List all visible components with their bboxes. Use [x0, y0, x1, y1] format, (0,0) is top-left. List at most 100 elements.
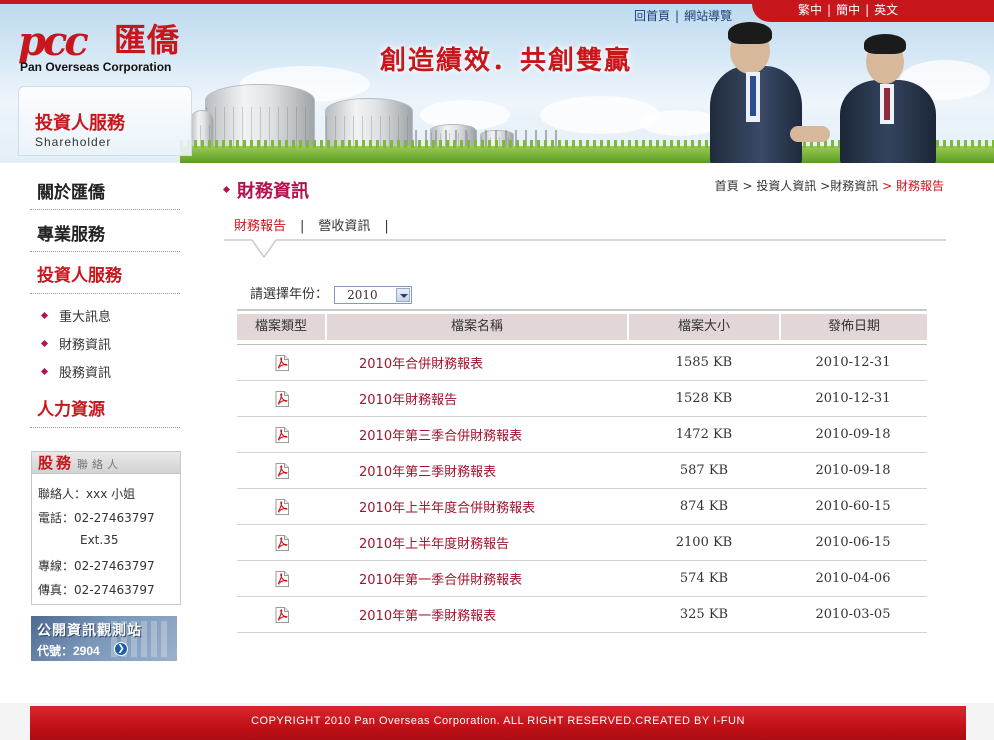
company-logo[interactable]: pcc 匯僑 Pan Overseas Corporation	[18, 20, 188, 75]
nav-divider	[30, 427, 180, 428]
sidebar: 關於匯僑 專業服務 投資人服務 重大訊息 財務資訊 股務資訊 人力資源 股務 聯絡…	[30, 163, 182, 703]
sidebar-item-stock[interactable]: 股務資訊	[40, 362, 111, 381]
language-switcher: 繁中 | 簡中 | 英文	[752, 0, 994, 22]
nav-hr[interactable]: 人力資源	[37, 395, 181, 420]
year-select[interactable]: 2010	[334, 285, 413, 304]
financial-reports-table: 檔案類型 檔案名稱 檔案大小 發佈日期 2010年合併財務報表 1585 KB 20…	[237, 309, 927, 633]
section-title-en: Shareholder	[35, 135, 112, 149]
publish-date-cell: 2010-60-15	[815, 499, 891, 514]
site-header: pcc 匯僑 Pan Overseas Corporation 投資人服務 Sh…	[0, 0, 994, 163]
top-links: 回首頁 | 網站導覽	[634, 7, 732, 24]
file-type-cell	[237, 570, 327, 587]
cloud-decoration	[540, 96, 660, 134]
handshake-hands	[790, 126, 830, 142]
sidebar-item-material-news[interactable]: 重大訊息	[40, 306, 111, 325]
breadcrumb-current: 財務報告	[895, 179, 944, 193]
section-label-box: 投資人服務 Shareholder	[18, 86, 192, 156]
table-header-row: 檔案類型 檔案名稱 檔案大小 發佈日期	[237, 314, 927, 342]
file-name-link[interactable]: 2010年第三季財務報表	[327, 461, 629, 480]
logo-english-name: Pan Overseas Corporation	[20, 60, 172, 74]
table-row: 2010年第三季合併財務報表 1472 KB 2010-09-18	[237, 417, 927, 453]
home-link[interactable]: 回首頁	[634, 9, 670, 23]
bullet-icon	[40, 311, 49, 320]
col-header-file-size: 檔案大小	[629, 314, 779, 340]
mops-code: 代號：2904	[37, 644, 100, 658]
mops-banner-link[interactable]: 公開資訊觀測站 代號：2904 ❯	[31, 616, 177, 661]
year-filter: 請選擇年份： 2010	[250, 283, 413, 304]
arrow-right-icon: ❯	[114, 642, 128, 656]
pdf-icon[interactable]	[275, 354, 289, 371]
file-name-link[interactable]: 2010年第一季財務報表	[327, 605, 629, 624]
year-value: 2010	[347, 287, 378, 302]
breadcrumb: 首頁 > 投資人資訊 >財務資訊 > 財務報告	[715, 177, 944, 194]
pdf-icon[interactable]	[275, 606, 289, 623]
file-type-cell	[237, 354, 327, 371]
pdf-icon[interactable]	[275, 426, 289, 443]
businessman-left-hair	[728, 22, 772, 44]
contact-fax: 傳真：02-27463797	[38, 583, 155, 597]
title-bullet-icon	[222, 185, 231, 193]
publish-date-cell: 2010-06-15	[815, 535, 891, 550]
chevron-down-icon	[396, 287, 411, 302]
contact-subtitle: 聯絡人	[77, 458, 123, 471]
file-size-cell: 2100 KB	[675, 535, 733, 550]
pdf-icon[interactable]	[275, 390, 289, 407]
file-name-link[interactable]: 2010年上半年度合併財務報表	[327, 497, 629, 516]
file-name-link[interactable]: 2010年第一季合併財務報表	[327, 569, 629, 588]
tab-underline	[224, 239, 946, 241]
file-name-link[interactable]: 2010年第三季合併財務報表	[327, 425, 629, 444]
nav-divider	[30, 251, 180, 252]
pdf-icon[interactable]	[275, 534, 289, 551]
sidebar-item-financial[interactable]: 財務資訊	[40, 334, 111, 353]
contact-box-header: 股務 聯絡人	[32, 452, 180, 474]
nav-about[interactable]: 關於匯僑	[37, 178, 181, 203]
contact-direct-line: 專線：02-27463797	[38, 559, 155, 573]
breadcrumb-home[interactable]: 首頁	[715, 179, 739, 193]
table-row: 2010年財務報告 1528 KB 2010-12-31	[237, 381, 927, 417]
file-size-cell: 325 KB	[679, 607, 729, 622]
file-size-cell: 574 KB	[679, 571, 729, 586]
section-title-cn: 投資人服務	[35, 113, 125, 134]
site-footer: COPYRIGHT 2010 Pan Overseas Corporation.…	[30, 706, 966, 740]
file-name-link[interactable]: 2010年合併財務報表	[327, 353, 629, 372]
file-type-cell	[237, 462, 327, 479]
publish-date-cell: 2010-12-31	[815, 355, 891, 370]
contact-ext: Ext.35	[80, 533, 119, 547]
file-name-link[interactable]: 2010年上半年度財務報告	[327, 533, 629, 552]
breadcrumb-investor[interactable]: 投資人資訊	[756, 179, 816, 193]
col-header-file-name: 檔案名稱	[327, 314, 627, 340]
tab-financial-report[interactable]: 財務報告	[234, 219, 286, 234]
lang-simplified-link[interactable]: 簡中	[836, 3, 860, 17]
copyright-text: COPYRIGHT 2010 Pan Overseas Corporation.…	[251, 715, 745, 727]
pdf-icon[interactable]	[275, 498, 289, 515]
breadcrumb-separator: >	[882, 179, 893, 193]
nav-investor[interactable]: 投資人服務	[37, 261, 181, 286]
breadcrumb-financial[interactable]: 財務資訊	[830, 179, 878, 193]
lang-english-link[interactable]: 英文	[874, 3, 898, 17]
tab-separator: |	[300, 219, 305, 234]
lang-traditional-link[interactable]: 繁中	[798, 3, 822, 17]
tie-left	[750, 76, 756, 116]
file-type-cell	[237, 498, 327, 515]
table-row: 2010年第一季財務報表 325 KB 2010-03-05	[237, 597, 927, 633]
content-tabs: 財務報告 | 營收資訊 |	[234, 215, 403, 234]
sitemap-link[interactable]: 網站導覽	[684, 9, 732, 23]
publish-date-cell: 2010-12-31	[815, 391, 891, 406]
table-row: 2010年上半年度合併財務報表 874 KB 2010-60-15	[237, 489, 927, 525]
link-separator: |	[675, 9, 680, 23]
tab-separator: |	[384, 219, 389, 234]
file-name-link[interactable]: 2010年財務報告	[327, 389, 629, 408]
publish-date-cell: 2010-04-06	[815, 571, 891, 586]
tie-right	[884, 88, 890, 120]
pdf-icon[interactable]	[275, 570, 289, 587]
pdf-icon[interactable]	[275, 462, 289, 479]
file-type-cell	[237, 426, 327, 443]
nav-services[interactable]: 專業服務	[37, 220, 181, 245]
publish-date-cell: 2010-03-05	[815, 607, 891, 622]
businessman-right-hair	[864, 34, 906, 54]
bullet-icon	[40, 367, 49, 376]
nav-divider	[30, 209, 180, 210]
contact-phone: 電話：02-27463797	[38, 511, 155, 525]
table-row: 2010年第三季財務報表 587 KB 2010-09-18	[237, 453, 927, 489]
tab-revenue-info[interactable]: 營收資訊	[318, 219, 370, 234]
